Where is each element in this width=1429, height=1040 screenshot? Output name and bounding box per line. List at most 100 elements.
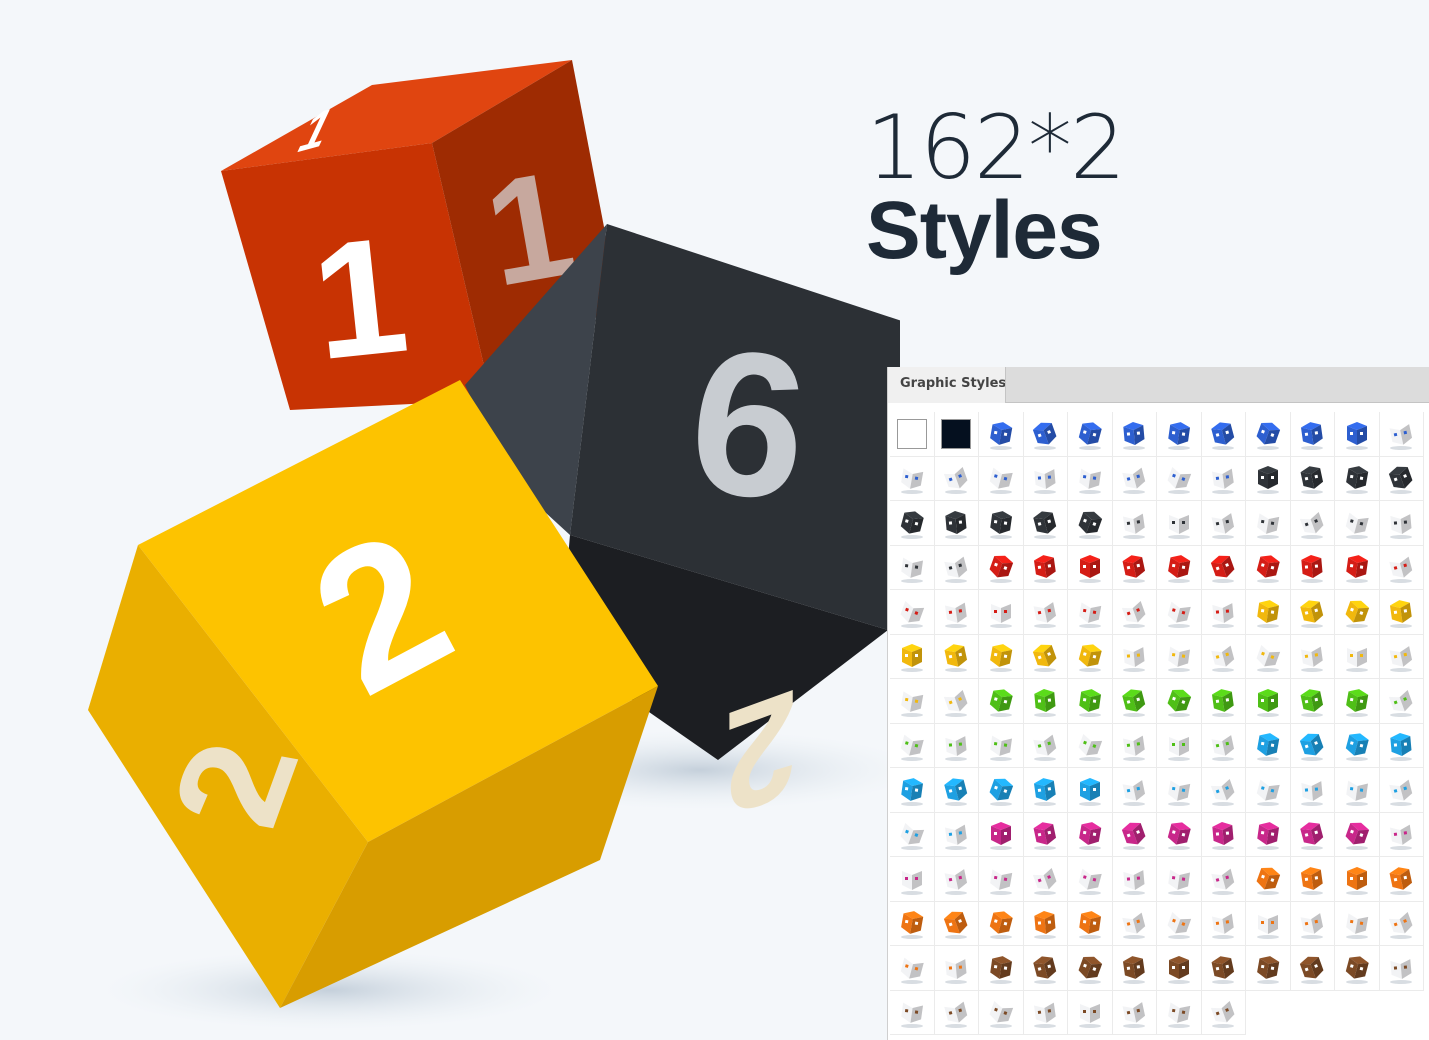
graphic-style-green[interactable] xyxy=(1246,679,1291,724)
graphic-style-pink[interactable] xyxy=(1335,812,1380,857)
graphic-style-yellow[interactable] xyxy=(979,634,1024,679)
graphic-style-white-blue[interactable] xyxy=(1023,456,1068,501)
graphic-style-yellow[interactable] xyxy=(1290,590,1335,635)
graphic-style-dark[interactable] xyxy=(1290,456,1335,501)
graphic-style-brown[interactable] xyxy=(1112,946,1157,991)
graphic-style-white-green[interactable] xyxy=(1068,723,1113,768)
graphic-style-white-red[interactable] xyxy=(1068,590,1113,635)
graphic-style-white-yellow[interactable] xyxy=(890,679,935,724)
style-swatch-black[interactable] xyxy=(934,412,979,457)
graphic-style-green[interactable] xyxy=(1112,679,1157,724)
graphic-style-dark[interactable] xyxy=(890,501,935,546)
graphic-style-white-pink[interactable] xyxy=(934,857,979,902)
graphic-style-white-brown[interactable] xyxy=(1157,990,1202,1035)
graphic-style-white-green[interactable] xyxy=(890,723,935,768)
graphic-style-white-blue[interactable] xyxy=(979,456,1024,501)
graphic-style-white-pink[interactable] xyxy=(1201,857,1246,902)
graphic-style-white-green[interactable] xyxy=(979,723,1024,768)
graphic-style-white-green[interactable] xyxy=(1201,723,1246,768)
graphic-style-yellow[interactable] xyxy=(934,634,979,679)
graphic-style-pink[interactable] xyxy=(1246,812,1291,857)
graphic-style-white-brown[interactable] xyxy=(934,990,979,1035)
graphic-style-white-blue[interactable] xyxy=(1201,456,1246,501)
graphic-style-white-yellow[interactable] xyxy=(1335,634,1380,679)
graphic-style-red[interactable] xyxy=(979,545,1024,590)
graphic-style-white-blue[interactable] xyxy=(1068,456,1113,501)
graphic-style-white-brown[interactable] xyxy=(1023,990,1068,1035)
graphic-style-brown[interactable] xyxy=(1157,946,1202,991)
graphic-style-white-brown[interactable] xyxy=(890,990,935,1035)
graphic-style-white-sky[interactable] xyxy=(1290,768,1335,813)
graphic-style-white-red[interactable] xyxy=(1379,545,1424,590)
graphic-style-orange[interactable] xyxy=(1068,901,1113,946)
graphic-style-yellow[interactable] xyxy=(1335,590,1380,635)
graphic-style-brown[interactable] xyxy=(1246,946,1291,991)
graphic-style-white-brown[interactable] xyxy=(1112,990,1157,1035)
graphic-style-blue[interactable] xyxy=(979,412,1024,457)
graphic-style-dark[interactable] xyxy=(1246,456,1291,501)
graphic-style-red[interactable] xyxy=(1201,545,1246,590)
graphic-style-pink[interactable] xyxy=(1201,812,1246,857)
graphic-style-blue[interactable] xyxy=(1157,412,1202,457)
graphic-style-yellow[interactable] xyxy=(1068,634,1113,679)
graphic-style-pink[interactable] xyxy=(1157,812,1202,857)
graphic-style-white-sky[interactable] xyxy=(1201,768,1246,813)
graphic-style-white-yellow[interactable] xyxy=(1112,634,1157,679)
graphic-style-dark[interactable] xyxy=(934,501,979,546)
graphic-style-sky[interactable] xyxy=(1023,768,1068,813)
graphic-style-brown[interactable] xyxy=(1201,946,1246,991)
graphic-style-blue[interactable] xyxy=(1068,412,1113,457)
graphic-style-white-orange[interactable] xyxy=(1246,901,1291,946)
graphic-style-orange[interactable] xyxy=(1246,857,1291,902)
graphic-style-white-dark[interactable] xyxy=(1157,501,1202,546)
graphic-style-white-orange[interactable] xyxy=(1290,901,1335,946)
graphic-style-white-yellow[interactable] xyxy=(1379,634,1424,679)
graphic-style-brown[interactable] xyxy=(1290,946,1335,991)
graphic-style-white-orange[interactable] xyxy=(1157,901,1202,946)
graphic-style-green[interactable] xyxy=(1157,679,1202,724)
graphic-style-white-red[interactable] xyxy=(1112,590,1157,635)
graphic-style-orange[interactable] xyxy=(1335,857,1380,902)
graphic-style-green[interactable] xyxy=(1335,679,1380,724)
graphic-style-white-dark[interactable] xyxy=(1112,501,1157,546)
graphic-style-white-dark[interactable] xyxy=(1379,501,1424,546)
graphic-style-white-yellow[interactable] xyxy=(934,679,979,724)
graphic-style-red[interactable] xyxy=(1112,545,1157,590)
graphic-style-white-brown[interactable] xyxy=(979,990,1024,1035)
graphic-style-white-dark[interactable] xyxy=(934,545,979,590)
graphic-style-green[interactable] xyxy=(1290,679,1335,724)
graphic-style-white-green[interactable] xyxy=(1157,723,1202,768)
graphic-style-white-blue[interactable] xyxy=(1157,456,1202,501)
graphic-style-orange[interactable] xyxy=(979,901,1024,946)
graphic-style-pink[interactable] xyxy=(979,812,1024,857)
graphic-style-white-dark[interactable] xyxy=(1290,501,1335,546)
graphic-style-white-pink[interactable] xyxy=(1068,857,1113,902)
graphic-style-red[interactable] xyxy=(1068,545,1113,590)
graphic-style-white-sky[interactable] xyxy=(1379,768,1424,813)
graphic-style-white-yellow[interactable] xyxy=(1157,634,1202,679)
graphic-style-brown[interactable] xyxy=(1023,946,1068,991)
graphic-style-white-orange[interactable] xyxy=(1335,901,1380,946)
graphic-style-white-orange[interactable] xyxy=(1201,901,1246,946)
graphic-style-white-sky[interactable] xyxy=(1246,768,1291,813)
graphic-style-white-dark[interactable] xyxy=(1246,501,1291,546)
graphic-style-pink[interactable] xyxy=(1290,812,1335,857)
graphic-style-white-dark[interactable] xyxy=(1335,501,1380,546)
graphic-style-pink[interactable] xyxy=(1112,812,1157,857)
graphic-style-green[interactable] xyxy=(1023,679,1068,724)
graphic-style-pink[interactable] xyxy=(1023,812,1068,857)
graphic-style-white-red[interactable] xyxy=(1157,590,1202,635)
graphic-style-white-sky[interactable] xyxy=(1112,768,1157,813)
graphic-style-white-dark[interactable] xyxy=(1201,501,1246,546)
graphic-style-white-dark[interactable] xyxy=(890,545,935,590)
graphic-style-yellow[interactable] xyxy=(890,634,935,679)
graphic-style-sky[interactable] xyxy=(1335,723,1380,768)
graphic-style-sky[interactable] xyxy=(1379,723,1424,768)
graphic-style-green[interactable] xyxy=(1201,679,1246,724)
graphic-style-orange[interactable] xyxy=(890,901,935,946)
graphic-style-white-orange[interactable] xyxy=(1379,901,1424,946)
graphic-style-white-pink[interactable] xyxy=(1379,812,1424,857)
graphic-style-yellow[interactable] xyxy=(1023,634,1068,679)
graphic-style-blue[interactable] xyxy=(1290,412,1335,457)
graphic-style-white-red[interactable] xyxy=(890,590,935,635)
